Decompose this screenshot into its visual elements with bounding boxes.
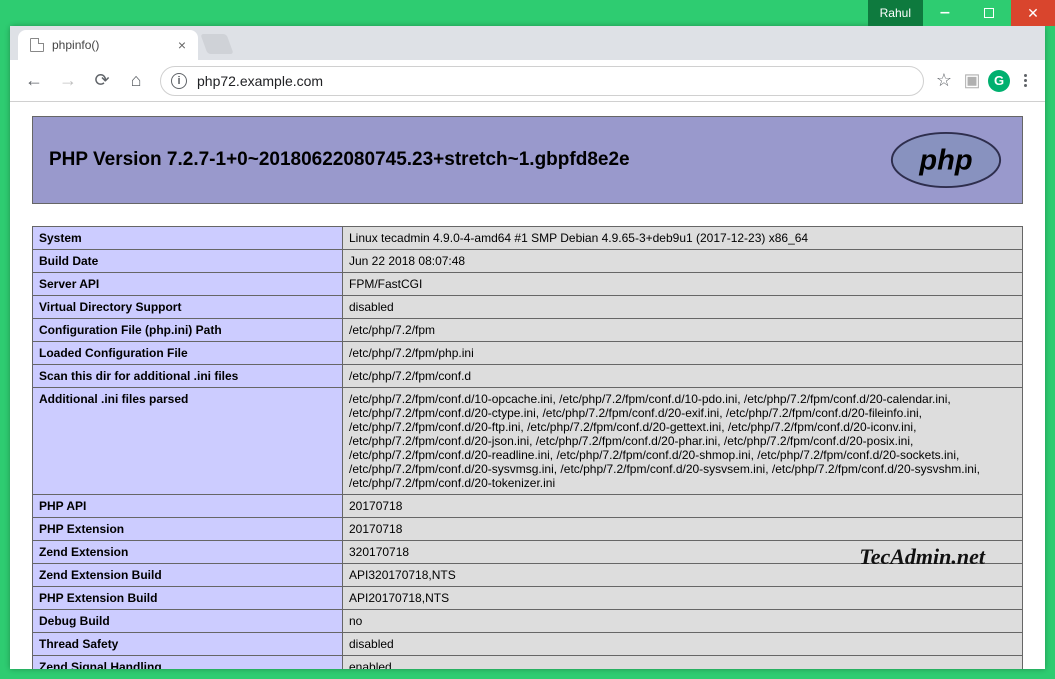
row-value: /etc/php/7.2/fpm/conf.d: [343, 365, 1023, 388]
row-label: Virtual Directory Support: [33, 296, 343, 319]
php-header: PHP Version 7.2.7-1+0~20180622080745.23+…: [32, 116, 1023, 204]
window-close-button[interactable]: ✕: [1011, 0, 1055, 26]
row-label: Additional .ini files parsed: [33, 388, 343, 495]
row-value: disabled: [343, 296, 1023, 319]
grammarly-extension-icon[interactable]: G: [988, 70, 1010, 92]
row-label: Loaded Configuration File: [33, 342, 343, 365]
row-value: /etc/php/7.2/fpm/conf.d/10-opcache.ini, …: [343, 388, 1023, 495]
tab-close-button[interactable]: ×: [178, 37, 186, 53]
forward-button[interactable]: →: [52, 65, 84, 97]
row-label: Debug Build: [33, 610, 343, 633]
page-content[interactable]: PHP Version 7.2.7-1+0~20180622080745.23+…: [10, 102, 1045, 669]
row-label: System: [33, 227, 343, 250]
row-value: disabled: [343, 633, 1023, 656]
bookmark-star-icon[interactable]: ☆: [932, 70, 956, 91]
row-value: API20170718,NTS: [343, 587, 1023, 610]
row-label: PHP Extension: [33, 518, 343, 541]
table-row: Thread Safetydisabled: [33, 633, 1023, 656]
row-value: /etc/php/7.2/fpm/php.ini: [343, 342, 1023, 365]
row-label: Scan this dir for additional .ini files: [33, 365, 343, 388]
table-row: Build DateJun 22 2018 08:07:48: [33, 250, 1023, 273]
new-tab-button[interactable]: [200, 34, 233, 54]
browser-tab[interactable]: phpinfo() ×: [18, 30, 198, 60]
browser-toolbar: ← → ⟳ ⌂ i php72.example.com ☆ ▣ G: [10, 60, 1045, 102]
row-label: Thread Safety: [33, 633, 343, 656]
toolbar-right: ☆ ▣ G: [932, 69, 1037, 93]
row-label: PHP API: [33, 495, 343, 518]
row-value: 20170718: [343, 518, 1023, 541]
browser-window: phpinfo() × ← → ⟳ ⌂ i php72.example.com …: [10, 26, 1045, 669]
table-row: PHP Extension BuildAPI20170718,NTS: [33, 587, 1023, 610]
home-button[interactable]: ⌂: [120, 65, 152, 97]
browser-menu-button[interactable]: [1014, 74, 1037, 87]
window-titlebar: Rahul ‒ ✕: [0, 0, 1055, 26]
row-value: FPM/FastCGI: [343, 273, 1023, 296]
php-logo-icon: php: [886, 131, 1006, 189]
back-button[interactable]: ←: [18, 65, 50, 97]
row-value: /etc/php/7.2/fpm: [343, 319, 1023, 342]
row-label: Zend Extension: [33, 541, 343, 564]
table-row: Configuration File (php.ini) Path/etc/ph…: [33, 319, 1023, 342]
table-row: Zend Signal Handlingenabled: [33, 656, 1023, 670]
table-row: PHP Extension20170718: [33, 518, 1023, 541]
row-value: 20170718: [343, 495, 1023, 518]
table-row: Debug Buildno: [33, 610, 1023, 633]
table-row: PHP API20170718: [33, 495, 1023, 518]
table-row: Additional .ini files parsed/etc/php/7.2…: [33, 388, 1023, 495]
window-minimize-button[interactable]: ‒: [923, 0, 967, 26]
table-row: Scan this dir for additional .ini files/…: [33, 365, 1023, 388]
row-value: no: [343, 610, 1023, 633]
table-row: Virtual Directory Supportdisabled: [33, 296, 1023, 319]
row-label: Server API: [33, 273, 343, 296]
phpinfo-table: SystemLinux tecadmin 4.9.0-4-amd64 #1 SM…: [32, 226, 1023, 669]
table-row: Server APIFPM/FastCGI: [33, 273, 1023, 296]
page-title: PHP Version 7.2.7-1+0~20180622080745.23+…: [49, 149, 630, 171]
svg-text:php: php: [918, 145, 972, 177]
row-value: Jun 22 2018 08:07:48: [343, 250, 1023, 273]
row-label: Configuration File (php.ini) Path: [33, 319, 343, 342]
row-value: API320170718,NTS: [343, 564, 1023, 587]
row-value: Linux tecadmin 4.9.0-4-amd64 #1 SMP Debi…: [343, 227, 1023, 250]
tab-strip: phpinfo() ×: [10, 26, 1045, 60]
row-value: 320170718: [343, 541, 1023, 564]
file-icon: [30, 38, 44, 52]
table-row: Zend Extension BuildAPI320170718,NTS: [33, 564, 1023, 587]
info-icon[interactable]: i: [171, 73, 187, 89]
table-row: Loaded Configuration File/etc/php/7.2/fp…: [33, 342, 1023, 365]
square-icon: [984, 8, 994, 18]
row-label: Zend Extension Build: [33, 564, 343, 587]
reload-button[interactable]: ⟳: [86, 65, 118, 97]
table-row: Zend Extension320170718: [33, 541, 1023, 564]
window-maximize-button[interactable]: [967, 0, 1011, 26]
user-badge[interactable]: Rahul: [868, 0, 923, 26]
address-bar[interactable]: i php72.example.com: [160, 66, 924, 96]
row-label: Build Date: [33, 250, 343, 273]
row-label: Zend Signal Handling: [33, 656, 343, 670]
url-text: php72.example.com: [197, 73, 323, 89]
tab-title: phpinfo(): [52, 38, 99, 52]
row-label: PHP Extension Build: [33, 587, 343, 610]
table-row: SystemLinux tecadmin 4.9.0-4-amd64 #1 SM…: [33, 227, 1023, 250]
row-value: enabled: [343, 656, 1023, 670]
camera-extension-icon[interactable]: ▣: [960, 69, 984, 93]
